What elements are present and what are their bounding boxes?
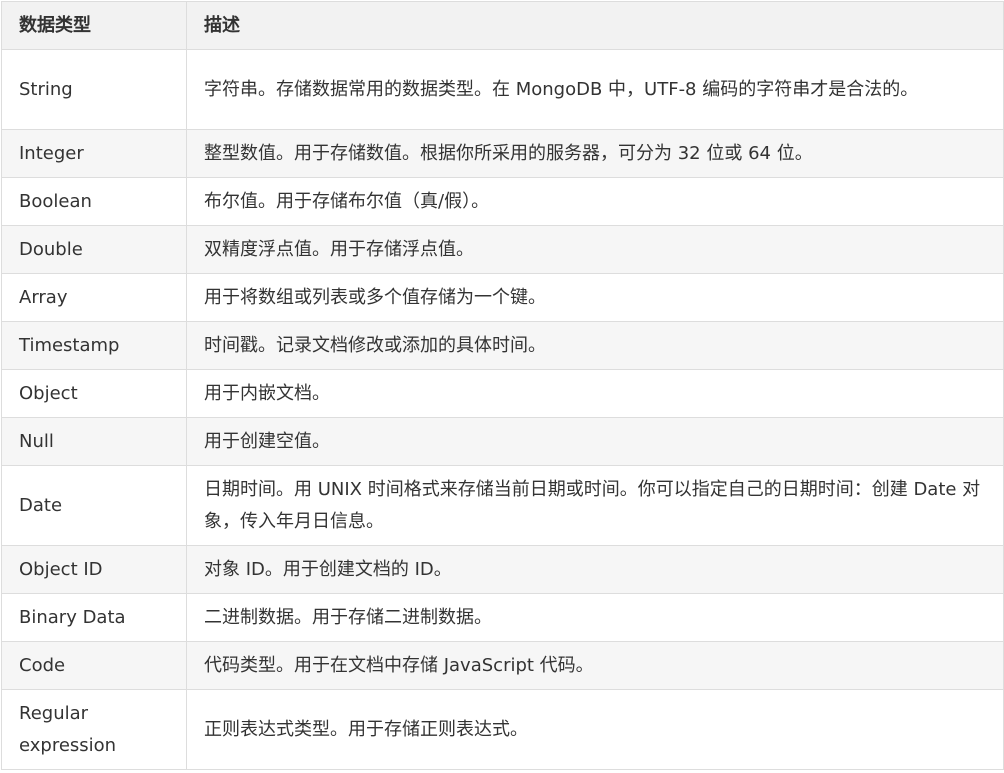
- table-row: String 字符串。存储数据常用的数据类型。在 MongoDB 中，UTF-8…: [1, 49, 1004, 130]
- type-cell: Null: [1, 417, 187, 466]
- description-cell: 整型数值。用于存储数值。根据你所采用的服务器，可分为 32 位或 64 位。: [186, 129, 1004, 178]
- type-cell: Timestamp: [1, 321, 187, 370]
- type-cell: Object ID: [1, 545, 187, 594]
- type-cell: Array: [1, 273, 187, 322]
- table-header-row: 数据类型 描述: [1, 1, 1004, 50]
- type-cell: Double: [1, 225, 187, 274]
- description-cell: 字符串。存储数据常用的数据类型。在 MongoDB 中，UTF-8 编码的字符串…: [186, 49, 1004, 130]
- table-row: Code 代码类型。用于在文档中存储 JavaScript 代码。: [1, 641, 1004, 690]
- table-row: Date 日期时间。用 UNIX 时间格式来存储当前日期或时间。你可以指定自己的…: [1, 465, 1004, 546]
- description-cell: 用于内嵌文档。: [186, 369, 1004, 418]
- type-cell: Integer: [1, 129, 187, 178]
- type-cell: Object: [1, 369, 187, 418]
- type-cell: Regular expression: [1, 689, 187, 770]
- table-row: Null 用于创建空值。: [1, 417, 1004, 466]
- data-types-table: 数据类型 描述 String 字符串。存储数据常用的数据类型。在 MongoDB…: [1, 1, 1004, 770]
- table-row: Boolean 布尔值。用于存储布尔值（真/假）。: [1, 177, 1004, 226]
- table-row: Timestamp 时间戳。记录文档修改或添加的具体时间。: [1, 321, 1004, 370]
- type-cell: Date: [1, 465, 187, 546]
- description-cell: 正则表达式类型。用于存储正则表达式。: [186, 689, 1004, 770]
- description-cell: 对象 ID。用于创建文档的 ID。: [186, 545, 1004, 594]
- table-row: Double 双精度浮点值。用于存储浮点值。: [1, 225, 1004, 274]
- table-row: Object ID 对象 ID。用于创建文档的 ID。: [1, 545, 1004, 594]
- description-cell: 布尔值。用于存储布尔值（真/假）。: [186, 177, 1004, 226]
- table-row: Integer 整型数值。用于存储数值。根据你所采用的服务器，可分为 32 位或…: [1, 129, 1004, 178]
- header-description: 描述: [186, 1, 1004, 50]
- description-cell: 日期时间。用 UNIX 时间格式来存储当前日期或时间。你可以指定自己的日期时间：…: [186, 465, 1004, 546]
- description-cell: 代码类型。用于在文档中存储 JavaScript 代码。: [186, 641, 1004, 690]
- description-cell: 用于将数组或列表或多个值存储为一个键。: [186, 273, 1004, 322]
- type-cell: Binary Data: [1, 593, 187, 642]
- table-row: Array 用于将数组或列表或多个值存储为一个键。: [1, 273, 1004, 322]
- table-row: Object 用于内嵌文档。: [1, 369, 1004, 418]
- description-cell: 用于创建空值。: [186, 417, 1004, 466]
- description-cell: 双精度浮点值。用于存储浮点值。: [186, 225, 1004, 274]
- header-data-type: 数据类型: [1, 1, 187, 50]
- type-cell: String: [1, 49, 187, 130]
- description-cell: 时间戳。记录文档修改或添加的具体时间。: [186, 321, 1004, 370]
- description-cell: 二进制数据。用于存储二进制数据。: [186, 593, 1004, 642]
- type-cell: Code: [1, 641, 187, 690]
- table-row: Binary Data 二进制数据。用于存储二进制数据。: [1, 593, 1004, 642]
- table-row: Regular expression 正则表达式类型。用于存储正则表达式。: [1, 689, 1004, 770]
- type-cell: Boolean: [1, 177, 187, 226]
